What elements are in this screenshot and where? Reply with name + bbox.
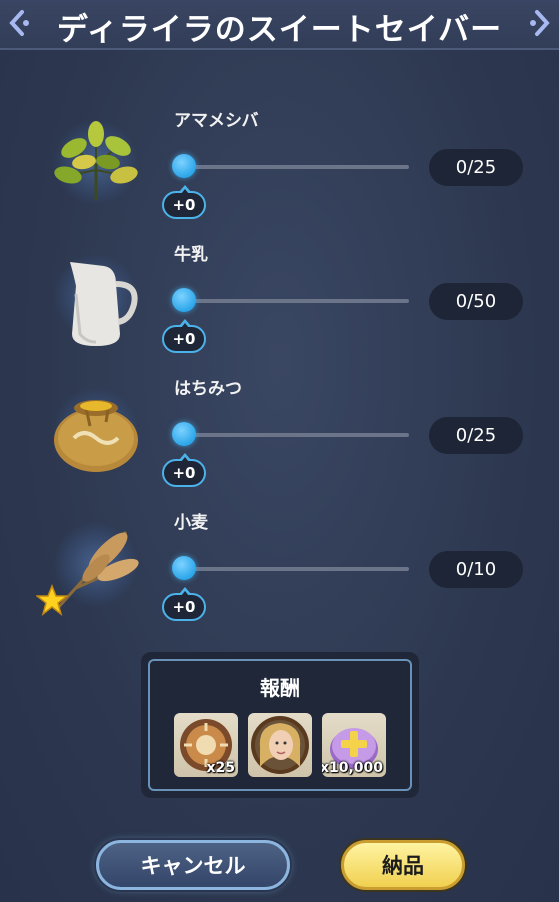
header-bar: ディライラのスイートセイバー <box>0 0 559 50</box>
quantity-slider-handle[interactable] <box>172 154 196 178</box>
reward-quantity: x25 <box>206 760 235 776</box>
quantity-slider-handle[interactable] <box>172 422 196 446</box>
count-display: 0/10 <box>429 551 523 588</box>
reward-item[interactable] <box>248 713 312 777</box>
ingredient-row: 牛乳 +0 0/50 <box>0 245 559 388</box>
reward-panel: 報酬 x25 x10,000 <box>141 652 419 798</box>
count-display: 0/25 <box>429 149 523 186</box>
reward-item[interactable]: x10,000 <box>322 713 386 777</box>
ingredient-row: 小麦 +0 0/10 <box>0 513 559 656</box>
ingredient-name: はちみつ <box>174 379 242 399</box>
leafy-plant-icon <box>54 121 138 200</box>
quantity-slider-handle[interactable] <box>172 288 196 312</box>
submit-button[interactable]: 納品 <box>341 840 465 890</box>
ornament-icon <box>530 10 550 36</box>
quantity-slider-track[interactable] <box>184 165 409 169</box>
delta-badge: +0 <box>162 319 206 353</box>
honey-pot-icon <box>54 400 138 472</box>
star-icon <box>36 584 68 616</box>
milk-pitcher-icon <box>70 262 138 346</box>
quantity-slider-handle[interactable] <box>172 556 196 580</box>
delta-badge: +0 <box>162 453 206 487</box>
ingredient-name: アマメシバ <box>174 111 259 131</box>
character-portrait-icon <box>251 716 309 774</box>
reward-quantity: x10,000 <box>322 760 383 776</box>
quantity-slider-track[interactable] <box>184 433 409 437</box>
ingredient-name: 小麦 <box>174 513 208 533</box>
count-display: 0/50 <box>429 283 523 320</box>
reward-title: 報酬 <box>260 676 300 700</box>
ingredient-name: 牛乳 <box>174 245 208 265</box>
delta-badge: +0 <box>162 185 206 219</box>
count-display: 0/25 <box>429 417 523 454</box>
cancel-button[interactable]: キャンセル <box>96 840 290 890</box>
ingredient-row: はちみつ +0 0/25 <box>0 379 559 522</box>
quantity-slider-track[interactable] <box>184 567 409 571</box>
page-title: ディライラのスイートセイバー <box>56 12 503 48</box>
ingredient-row: アマメシバ +0 0/25 <box>0 111 559 254</box>
reward-item[interactable]: x25 <box>174 713 238 777</box>
delta-badge: +0 <box>162 587 206 621</box>
quantity-slider-track[interactable] <box>184 299 409 303</box>
